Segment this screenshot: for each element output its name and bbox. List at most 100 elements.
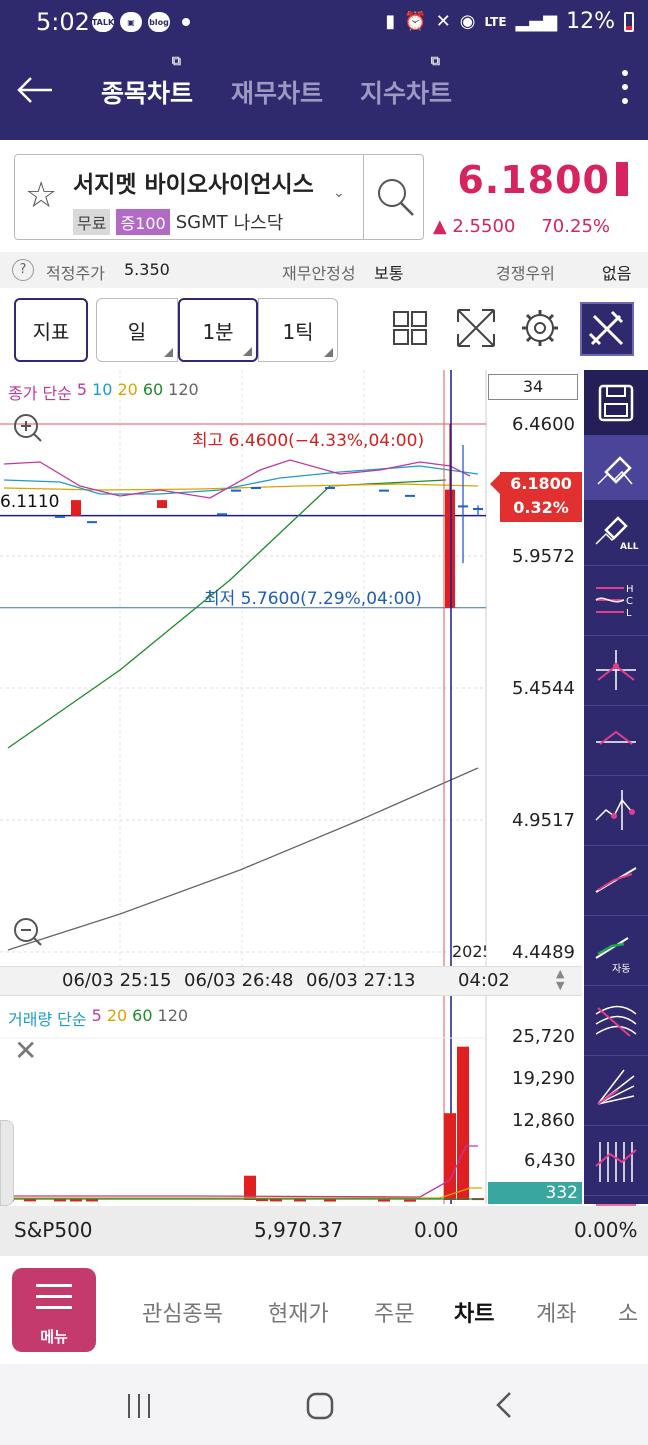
bottom-nav: 메뉴 관심종목 현재가 주문 차트 계좌 소	[0, 1256, 648, 1364]
candle-body	[157, 500, 167, 509]
index-name: S&P500	[14, 1218, 93, 1242]
back-arrow-icon[interactable]	[16, 72, 54, 112]
notification-icons: TALK ▣ blog	[92, 12, 190, 32]
stock-ticker: SGMT	[175, 211, 228, 233]
index-bar[interactable]: S&P500 5,970.37 0.00 0.00%	[0, 1206, 648, 1256]
chart-area[interactable]: 종가 단순 5 10 20 60 120 34 최고 6.4600(−4.33%…	[0, 370, 582, 1206]
zoom-in-icon[interactable]	[12, 412, 44, 448]
auto-line-icon[interactable]: 자동	[584, 916, 648, 986]
nav-watchlist[interactable]: 관심종목	[142, 1296, 223, 1328]
x-tick-2: 06/03 27:13	[306, 970, 416, 991]
crosshair-icon[interactable]	[584, 636, 648, 706]
y-tick-0: 6.4600	[512, 414, 575, 435]
nav-account[interactable]: 계좌	[536, 1296, 576, 1328]
vol-tick-1: 19,290	[512, 1068, 575, 1089]
zigzag-icon[interactable]	[584, 776, 648, 846]
period-day-button[interactable]: 일	[96, 298, 178, 362]
svg-text:L: L	[626, 608, 632, 619]
tab-index-chart-label: 지수차트	[360, 79, 453, 108]
tab-stock-chart[interactable]: 종목차트 ⧉	[101, 54, 193, 110]
menu-button[interactable]: 메뉴	[12, 1268, 96, 1352]
blog-icon: blog	[148, 12, 170, 32]
ma120-line	[7, 767, 479, 951]
drawing-toolbar: ALL HCL 자동	[584, 370, 648, 1210]
cycle-icon[interactable]	[584, 1126, 648, 1196]
indicator-button[interactable]: 지표	[14, 298, 88, 362]
vpn-icon: ▮	[385, 11, 396, 32]
fullscreen-icon[interactable]	[452, 304, 502, 354]
volume-bar	[54, 1199, 66, 1202]
favorite-star-icon[interactable]: ☆	[25, 175, 57, 216]
more-vert-icon[interactable]	[622, 70, 630, 112]
line-icon[interactable]	[584, 846, 648, 916]
nav-order[interactable]: 주문	[374, 1296, 414, 1328]
y-tick-2: 5.4544	[512, 678, 575, 699]
y-tick-1: 5.9572	[512, 546, 575, 567]
legend-vol-ma20: 20	[106, 1006, 128, 1025]
period-day-label: 일	[127, 319, 147, 344]
mute-icon: ✕	[435, 11, 451, 32]
tab-index-chart[interactable]: 지수차트 ⧉	[360, 54, 453, 110]
nav-more[interactable]: 소	[618, 1296, 638, 1328]
channel-icon[interactable]	[584, 1196, 648, 1210]
stock-market: 나스닥	[233, 213, 284, 234]
candle-body	[405, 494, 415, 497]
grid-layout-icon[interactable]	[386, 304, 436, 354]
search-icon[interactable]	[371, 173, 421, 223]
time-axis[interactable]: 06/03 25:15 06/03 26:48 06/03 27:13 04:0…	[0, 966, 582, 996]
tab-financial-chart-label: 재무차트	[231, 79, 324, 108]
candle-body	[473, 508, 483, 511]
volume-bar	[294, 1199, 306, 1202]
tab-financial-chart[interactable]: 재무차트	[231, 74, 323, 110]
side-drawer-handle[interactable]	[0, 1120, 14, 1206]
fibonacci-icon[interactable]	[584, 986, 648, 1056]
candle-body	[217, 513, 227, 516]
candle-body	[379, 489, 389, 492]
volume-bar	[404, 1199, 416, 1202]
save-icon[interactable]	[584, 370, 648, 436]
indicator-label: 지표	[32, 319, 70, 344]
competitive-value: 없음	[602, 264, 632, 283]
candle-body	[445, 489, 455, 608]
zoom-out-icon[interactable]	[12, 916, 44, 952]
x-tick-0: 06/03 25:15	[62, 970, 172, 991]
period-tick-label: 1틱	[282, 319, 314, 344]
nav-chart[interactable]: 차트	[454, 1296, 494, 1328]
candle-count-box[interactable]: 34	[488, 374, 578, 400]
crosshair-price-label: 6.1110	[0, 492, 62, 512]
current-price-tag-pct: 0.32%	[513, 498, 569, 517]
eraser-icon[interactable]	[584, 436, 648, 500]
volume-bar	[324, 1199, 336, 1202]
svg-text:C: C	[626, 596, 633, 607]
fair-price-value: 5.350	[124, 260, 170, 279]
eraser-all-icon[interactable]: ALL	[584, 500, 648, 566]
y-tick-4: 4.4489	[512, 942, 575, 963]
period-tick-button[interactable]: 1틱	[258, 298, 338, 362]
vol-tick-2: 12,860	[512, 1110, 575, 1131]
stability-label: 재무안정성	[282, 264, 356, 283]
index-value: 5,970.37	[254, 1218, 344, 1242]
stock-selector[interactable]: ☆ 서지멧 바이오사이언시스 ⌄ 무료 증100 SGMT 나스닥	[14, 154, 424, 240]
hcl-icon[interactable]: HCL	[584, 566, 648, 636]
system-nav-bar	[0, 1364, 648, 1445]
fan-icon[interactable]	[584, 1056, 648, 1126]
period-minute-button[interactable]: 1분	[178, 298, 258, 362]
volume-bar	[24, 1199, 36, 1202]
x-tick-3: 04:02	[458, 970, 510, 991]
nav-current-price[interactable]: 현재가	[268, 1296, 329, 1328]
candle-body	[251, 487, 261, 490]
scroll-updown-icon[interactable]: ▲ ▼	[556, 968, 564, 992]
current-price-tag: 6.1800 0.32%	[500, 472, 582, 522]
help-icon[interactable]: ?	[12, 259, 34, 281]
volume-bar	[457, 1046, 469, 1200]
drawing-tools-icon[interactable]	[580, 302, 634, 356]
close-volume-icon[interactable]: ✕	[14, 1034, 37, 1067]
trend-icon[interactable]	[584, 706, 648, 776]
settings-gear-icon[interactable]	[516, 304, 566, 354]
recent-apps-icon[interactable]	[124, 1390, 154, 1424]
back-nav-icon[interactable]	[490, 1390, 520, 1424]
hotspot-icon: ◉	[459, 11, 476, 32]
price-change-pct: 70.25%	[541, 216, 610, 237]
home-icon[interactable]	[304, 1390, 336, 1426]
legend-volume: 거래량	[8, 1010, 53, 1029]
